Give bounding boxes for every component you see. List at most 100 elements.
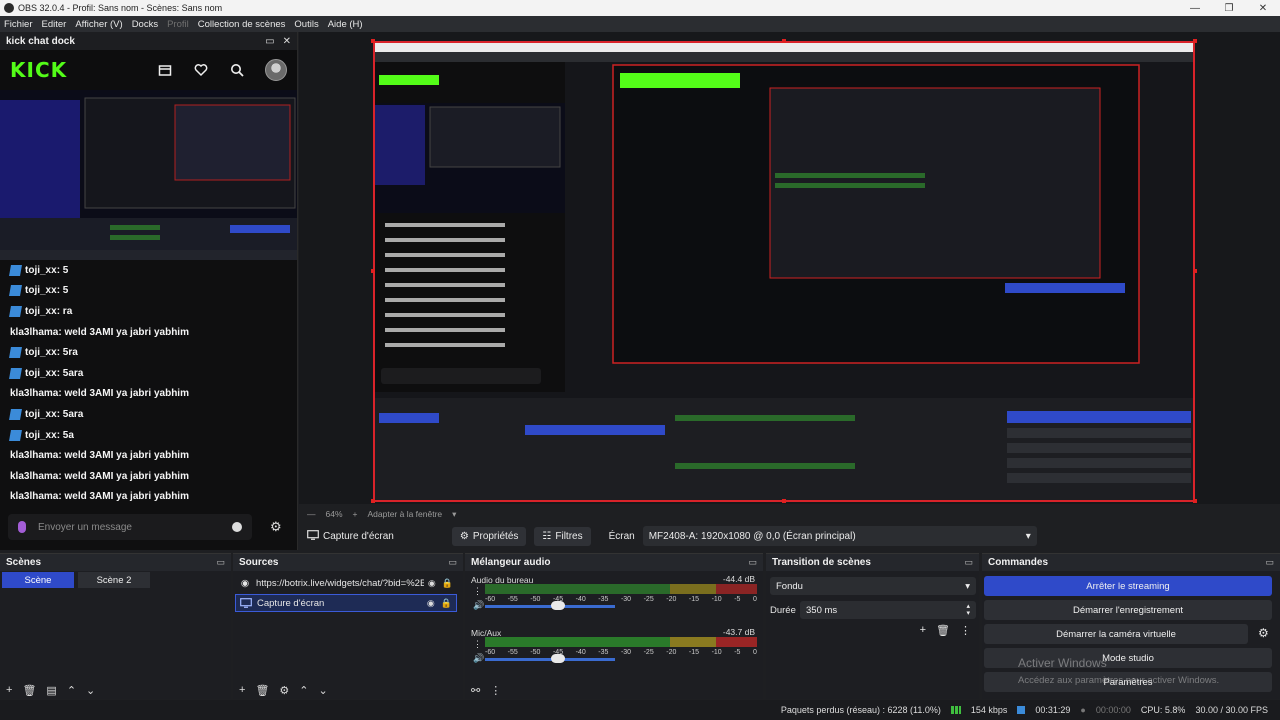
arrow-up-icon[interactable]: ⌃ — [67, 684, 76, 697]
fit-window-button[interactable]: Adapter à la fenêtre — [367, 509, 442, 519]
kick-logo[interactable]: KICK — [10, 58, 67, 82]
transition-type-select[interactable]: Fondu ▾ — [770, 577, 976, 595]
resize-handle[interactable] — [782, 39, 786, 43]
cpu-usage: CPU: 5.8% — [1140, 705, 1186, 715]
chat-settings-gear-icon[interactable]: ⚙ — [270, 519, 282, 535]
chat-username[interactable]: kla3lhama — [10, 471, 58, 482]
channel-db: -44.4 dB — [722, 574, 755, 584]
dock-float-icon[interactable]: ▭ — [748, 557, 757, 568]
chat-message: toji_xx: 5a — [9, 425, 287, 446]
user-avatar[interactable] — [265, 59, 287, 81]
chat-username[interactable]: kla3lhama — [10, 327, 58, 338]
source-item[interactable]: ◉ https://botrix.live/widgets/chat/?bid=… — [235, 574, 457, 592]
dock-float-icon[interactable]: ▭ — [216, 557, 225, 568]
trash-icon[interactable]: 🗑 — [255, 684, 269, 697]
dock-float-icon[interactable]: ▭ — [964, 557, 973, 568]
menu-collection-scenes[interactable]: Collection de scènes — [198, 19, 286, 30]
more-vertical-icon[interactable]: ⋮ — [490, 684, 501, 697]
chat-username[interactable]: toji_xx — [25, 306, 57, 317]
preview-canvas[interactable] — [299, 32, 1280, 504]
zoom-in-icon[interactable]: + — [353, 509, 358, 519]
emoji-icon[interactable] — [232, 522, 242, 532]
trash-icon[interactable]: 🗑 — [22, 684, 36, 697]
dock-float-icon[interactable]: ▭ — [448, 557, 457, 568]
resize-handle[interactable] — [371, 39, 375, 43]
eye-icon[interactable]: ◉ — [427, 598, 435, 609]
chat-username[interactable]: toji_xx — [25, 347, 57, 358]
filters-button[interactable]: ☷ Filtres — [534, 526, 591, 546]
menu-docks[interactable]: Docks — [132, 19, 158, 30]
menu-outils[interactable]: Outils — [294, 19, 318, 30]
scene-item[interactable]: Scène 2 — [78, 572, 150, 588]
start-recording-button[interactable]: Démarrer l'enregistrement — [984, 600, 1272, 620]
filter-icon[interactable]: ▤ — [46, 684, 56, 697]
chat-username[interactable]: kla3lhama — [10, 450, 58, 461]
dock-close-icon[interactable]: ✕ — [283, 36, 291, 47]
spinner-icon[interactable]: ▴ ▾ — [966, 603, 970, 617]
kick-header: KICK — [0, 50, 297, 90]
volume-slider-knob[interactable] — [551, 601, 565, 610]
chat-input[interactable]: Envoyer un message — [8, 514, 252, 540]
zoom-out-icon[interactable]: — — [307, 509, 316, 519]
virtual-camera-gear-icon[interactable]: ⚙ — [1258, 626, 1269, 640]
speaker-icon[interactable]: 🔊 — [473, 600, 484, 611]
maximize-button[interactable]: ❐ — [1212, 0, 1246, 16]
popout-icon[interactable] — [157, 62, 173, 78]
resize-handle[interactable] — [371, 499, 375, 503]
gear-icon[interactable]: ⚙ — [279, 684, 289, 697]
dock-float-icon[interactable]: ▭ — [1265, 557, 1274, 568]
menu-profil[interactable]: Profil — [167, 19, 189, 30]
dock-float-icon[interactable]: ▭ — [265, 36, 274, 47]
resize-handle[interactable] — [1193, 269, 1197, 273]
menu-afficher[interactable]: Afficher (V) — [75, 19, 122, 30]
resize-handle[interactable] — [782, 499, 786, 503]
chat-username[interactable]: toji_xx — [25, 285, 57, 296]
chat-username[interactable]: toji_xx — [25, 265, 57, 276]
arrow-down-icon[interactable]: ⌄ — [319, 684, 328, 697]
current-source: Capture d'écran — [307, 529, 394, 543]
stop-streaming-button[interactable]: Arrêter le streaming — [984, 576, 1272, 596]
chat-username[interactable]: kla3lhama — [10, 491, 58, 502]
stream-time: 00:31:29 — [1035, 705, 1071, 715]
heart-icon[interactable] — [193, 62, 209, 78]
volume-slider-track[interactable] — [485, 658, 615, 661]
resize-handle[interactable] — [1193, 39, 1197, 43]
add-icon[interactable]: + — [6, 684, 12, 697]
lock-icon[interactable]: 🔒 — [442, 578, 453, 589]
screen-select[interactable]: MF2408-A: 1920x1080 @ 0,0 (Écran princip… — [642, 526, 1037, 546]
chat-username[interactable]: toji_xx — [25, 409, 57, 420]
eye-icon[interactable]: ◉ — [428, 578, 436, 589]
more-vertical-icon[interactable]: ⋮ — [473, 586, 482, 597]
menu-aide[interactable]: Aide (H) — [328, 19, 363, 30]
minimize-button[interactable]: — — [1178, 0, 1212, 16]
speaker-icon[interactable]: 🔊 — [473, 653, 484, 664]
more-vertical-icon[interactable]: ⋮ — [960, 624, 971, 637]
resize-handle[interactable] — [1193, 499, 1197, 503]
menu-editer[interactable]: Editer — [42, 19, 67, 30]
more-vertical-icon[interactable]: ⋮ — [473, 639, 482, 650]
resize-handle[interactable] — [371, 269, 375, 273]
start-virtual-camera-button[interactable]: Démarrer la caméra virtuelle — [984, 624, 1248, 644]
duration-input[interactable]: 350 ms ▴ ▾ — [800, 601, 976, 619]
chat-username[interactable]: kla3lhama — [10, 388, 58, 399]
zoom-dropdown-icon[interactable]: ▾ — [452, 509, 456, 520]
properties-button[interactable]: ⚙ Propriétés — [451, 526, 527, 546]
lock-icon[interactable]: 🔒 — [441, 598, 452, 609]
add-icon[interactable]: + — [920, 624, 926, 637]
scene-item-active[interactable]: Scène — [2, 572, 74, 588]
source-item-selected[interactable]: Capture d'écran ◉ 🔒 — [235, 594, 457, 612]
mixer-channel: Audio du bureau -44.4 dB ⋮ -60 -55 -50 -45-… — [471, 574, 757, 622]
window-controls: — ❐ ✕ — [1178, 0, 1280, 16]
arrow-down-icon[interactable]: ⌄ — [86, 684, 95, 697]
arrow-up-icon[interactable]: ⌃ — [299, 684, 308, 697]
search-icon[interactable] — [229, 62, 245, 78]
chat-username[interactable]: toji_xx — [25, 430, 57, 441]
chat-username[interactable]: toji_xx — [25, 368, 57, 379]
link-icon[interactable]: ⚯ — [471, 684, 480, 697]
menu-fichier[interactable]: Fichier — [4, 19, 33, 30]
add-icon[interactable]: + — [239, 684, 245, 697]
volume-slider-track[interactable] — [485, 605, 615, 608]
volume-slider-knob[interactable] — [551, 654, 565, 663]
close-window-button[interactable]: ✕ — [1246, 0, 1280, 16]
trash-icon[interactable]: 🗑 — [936, 624, 950, 637]
